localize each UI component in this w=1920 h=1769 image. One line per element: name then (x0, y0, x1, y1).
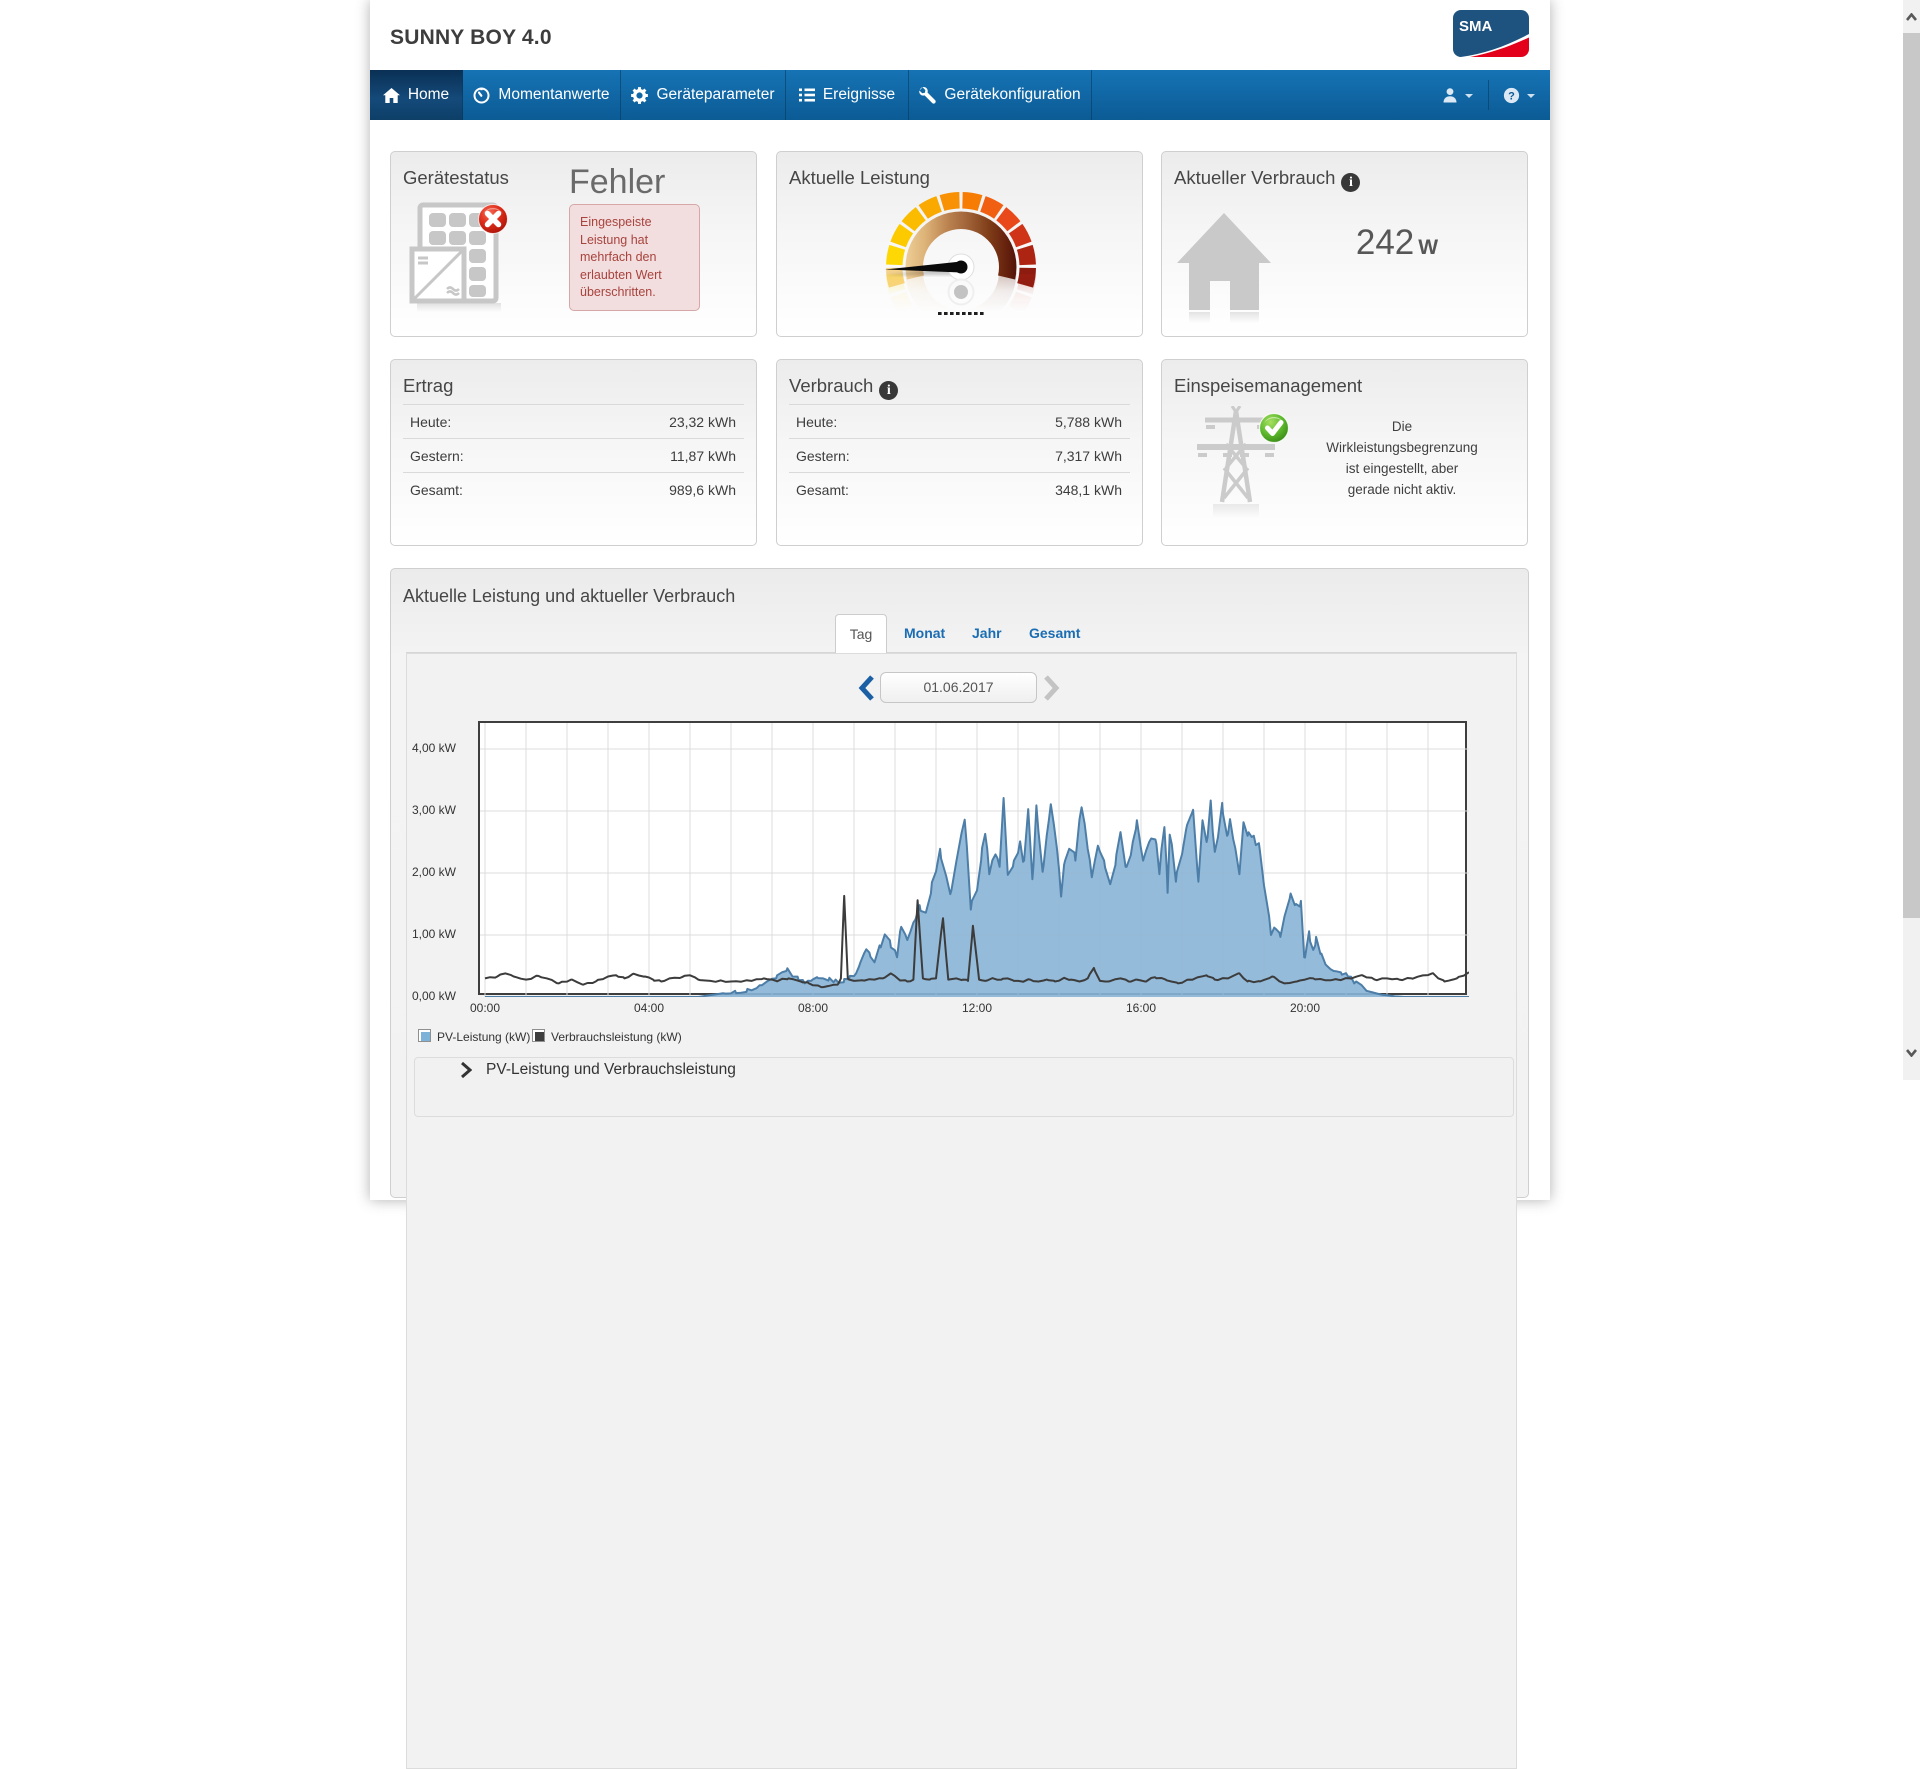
svg-text:SMA: SMA (1459, 18, 1493, 35)
svg-text:?: ? (1508, 90, 1515, 102)
